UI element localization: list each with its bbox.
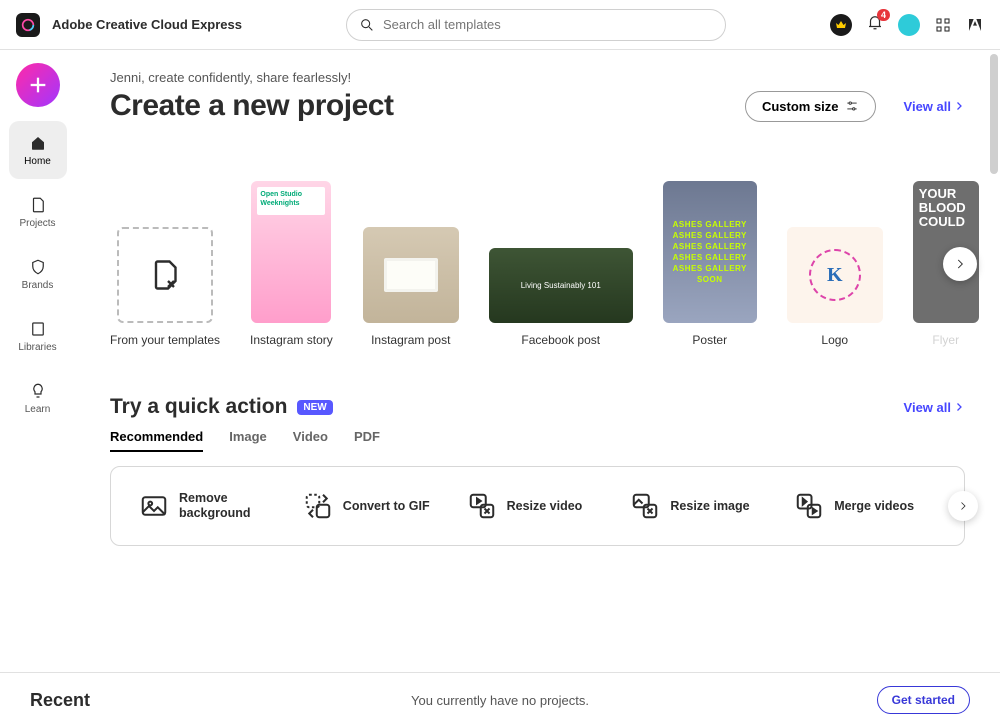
chevron-right-icon [957,500,969,512]
left-sidebar: Home Projects Brands Libraries Learn [0,50,75,727]
image-resize-icon [630,491,660,521]
recent-footer: Recent You currently have no projects. G… [0,672,1000,727]
shield-icon [29,258,47,276]
book-icon [29,320,47,338]
template-poster[interactable]: ASHES GALLERY ASHES GALLERY ASHES GALLER… [663,181,757,347]
premium-badge-icon[interactable] [830,14,852,36]
tab-video[interactable]: Video [293,429,328,452]
quick-actions-next-button[interactable] [948,491,978,521]
app-logo[interactable] [16,13,40,37]
search-box[interactable] [346,9,726,41]
template-label: Logo [821,333,848,347]
new-badge: NEW [297,400,332,415]
qa-resize-image[interactable]: Resize image [630,491,772,521]
plus-icon [27,74,49,96]
chevron-right-icon [953,401,965,413]
tab-image[interactable]: Image [229,429,267,452]
nav-label: Brands [22,280,54,291]
qa-resize-video[interactable]: Resize video [467,491,609,521]
top-header: Adobe Creative Cloud Express 4 [0,0,1000,50]
template-label: Instagram story [250,333,333,347]
chevron-right-icon [953,100,965,112]
user-avatar[interactable] [898,14,920,36]
main-content: Jenni, create confidently, share fearles… [75,50,1000,672]
merge-icon [794,491,824,521]
create-fab[interactable] [16,63,60,107]
tab-pdf[interactable]: PDF [354,429,380,452]
header-right: 4 [830,13,984,36]
template-label: Instagram post [371,333,450,347]
quick-actions-view-all-link[interactable]: View all [904,400,965,415]
custom-size-label: Custom size [762,99,839,114]
template-label: Poster [692,333,727,347]
qa-remove-background[interactable]: Remove background [139,491,281,521]
app-title: Adobe Creative Cloud Express [52,17,242,32]
home-icon [29,134,47,152]
custom-size-button[interactable]: Custom size [745,91,876,122]
qa-label: Resize video [507,499,583,514]
video-resize-icon [467,491,497,521]
nav-learn[interactable]: Learn [9,369,67,427]
convert-icon [303,491,333,521]
nav-libraries[interactable]: Libraries [9,307,67,365]
template-instagram-post[interactable]: Instagram post [363,227,459,347]
template-carousel: From your templates Instagram story Inst… [110,181,965,347]
qa-label: Merge videos [834,499,914,514]
quick-actions-title: Try a quick action [110,395,287,419]
nav-label: Libraries [18,342,56,353]
create-section-header: Create a new project Custom size View al… [110,89,965,123]
template-facebook-post[interactable]: Living Sustainably 101 Facebook post [489,248,633,347]
nav-label: Home [24,156,51,167]
get-started-button[interactable]: Get started [877,686,970,714]
template-icon [147,257,183,293]
qa-label: Convert to GIF [343,499,430,514]
adobe-icon[interactable] [966,16,984,34]
file-icon [29,196,47,214]
greeting-text: Jenni, create confidently, share fearles… [110,70,965,85]
template-label: From your templates [110,333,220,347]
bulb-icon [29,382,47,400]
qa-label: Resize image [670,499,749,514]
recent-title: Recent [30,690,90,711]
template-label: Flyer [932,333,959,347]
qa-label: Remove background [179,491,281,521]
qa-convert-gif[interactable]: Convert to GIF [303,491,445,521]
create-view-all-link[interactable]: View all [904,99,965,114]
template-label: Facebook post [521,333,600,347]
template-instagram-story[interactable]: Instagram story [250,181,333,347]
nav-label: Projects [19,218,55,229]
nav-projects[interactable]: Projects [9,183,67,241]
nav-home[interactable]: Home [9,121,67,179]
nav-label: Learn [25,404,51,415]
create-title: Create a new project [110,89,393,123]
nav-brands[interactable]: Brands [9,245,67,303]
image-remove-icon [139,491,169,521]
qa-merge-videos[interactable]: Merge videos [794,491,936,521]
quick-actions-tabs: Recommended Image Video PDF [110,429,965,452]
notifications-button[interactable]: 4 [866,13,884,36]
template-logo[interactable]: K Logo [787,227,883,347]
tab-recommended[interactable]: Recommended [110,429,203,452]
search-input[interactable] [383,17,713,32]
quick-actions-panel: Remove background Convert to GIF Resize … [110,466,965,546]
notification-count: 4 [877,9,890,21]
quick-actions-header: Try a quick action NEW View all [110,395,965,419]
app-switcher-icon[interactable] [934,16,952,34]
template-from-your-templates[interactable]: From your templates [110,227,220,347]
chevron-right-icon [953,257,967,271]
search-icon [359,17,375,33]
recent-empty-message: You currently have no projects. [411,693,589,708]
sliders-icon [845,99,859,113]
